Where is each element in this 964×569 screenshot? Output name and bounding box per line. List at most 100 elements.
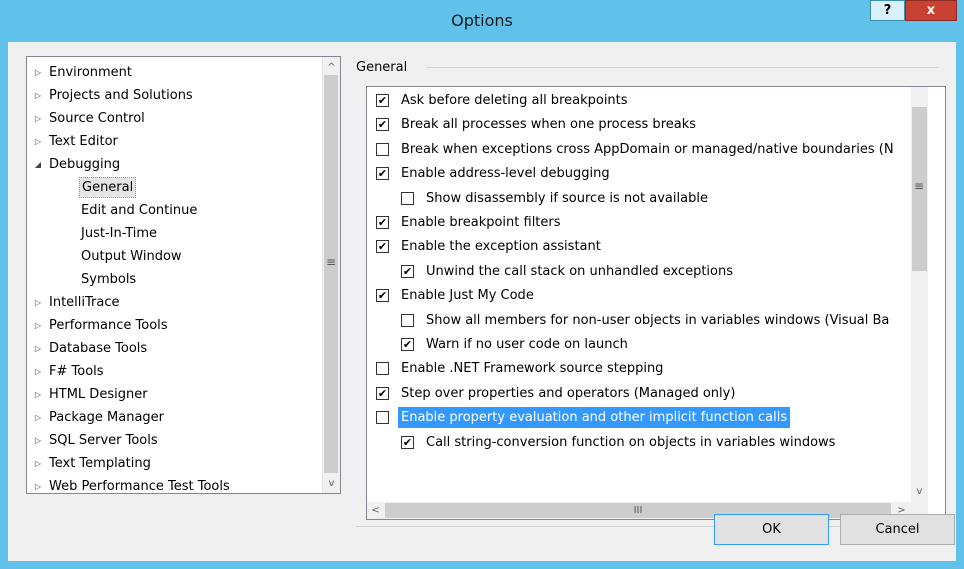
checked-checkbox-icon[interactable]: ✔ bbox=[376, 94, 389, 107]
tree-item-label: Debugging bbox=[49, 157, 121, 172]
option-label: Enable property evaluation and other imp… bbox=[398, 407, 791, 429]
tree-item[interactable]: Edit and Continue bbox=[27, 199, 323, 222]
checked-checkbox-icon[interactable]: ✔ bbox=[376, 386, 389, 400]
collapsed-arrow-icon[interactable]: ▷ bbox=[31, 61, 45, 84]
grip-icon: ≡ bbox=[325, 255, 337, 269]
help-button[interactable]: ? bbox=[870, 0, 905, 21]
option-row[interactable]: Show all members for non-user objects in… bbox=[401, 309, 902, 333]
tree-item-label: Web Performance Test Tools bbox=[49, 479, 230, 494]
option-row[interactable]: ✔ Enable address-level debugging bbox=[376, 162, 902, 186]
tree-item-label: Just-In-Time bbox=[81, 226, 158, 241]
tree-item[interactable]: ▷ Text Editor bbox=[27, 130, 323, 153]
option-row[interactable]: Enable property evaluation and other imp… bbox=[376, 406, 902, 430]
vertical-scrollbar[interactable]: ^ ≡ v bbox=[911, 87, 928, 502]
unchecked-checkbox-icon[interactable] bbox=[376, 411, 389, 425]
expanded-arrow-icon[interactable]: ◢ bbox=[31, 153, 45, 176]
tree-item-label: Edit and Continue bbox=[81, 203, 198, 218]
checked-checkbox-icon[interactable]: ✔ bbox=[401, 264, 414, 278]
tree-item[interactable]: ▷ SQL Server Tools bbox=[27, 429, 323, 452]
option-row[interactable]: ✔ Warn if no user code on launch bbox=[401, 333, 902, 357]
tree-item[interactable]: Output Window bbox=[27, 245, 323, 268]
collapsed-arrow-icon[interactable]: ▷ bbox=[31, 130, 45, 153]
tree-item-label: SQL Server Tools bbox=[49, 433, 158, 448]
collapsed-arrow-icon[interactable]: ▷ bbox=[31, 383, 45, 406]
tree-scroll-up-icon[interactable]: ^ bbox=[323, 59, 340, 76]
option-row[interactable]: ✔ Enable Just My Code bbox=[376, 284, 902, 308]
option-row[interactable]: ✔ Ask before deleting all breakpoints bbox=[376, 89, 902, 113]
tree-item[interactable]: Just-In-Time bbox=[27, 222, 323, 245]
tree-item[interactable]: ▷ IntelliTrace bbox=[27, 291, 323, 314]
option-label: Enable the exception assistant bbox=[401, 239, 601, 255]
checked-checkbox-icon[interactable]: ✔ bbox=[376, 289, 389, 303]
tree-item[interactable]: ▷ HTML Designer bbox=[27, 383, 323, 406]
option-row[interactable]: ✔ Step over properties and operators (Man… bbox=[376, 382, 902, 406]
option-label: Ask before deleting all breakpoints bbox=[401, 93, 628, 108]
checked-checkbox-icon[interactable]: ✔ bbox=[376, 167, 389, 181]
tree-item-label: HTML Designer bbox=[49, 387, 148, 402]
tree-item-label: Output Window bbox=[81, 249, 182, 264]
cancel-button[interactable]: Cancel bbox=[840, 514, 955, 545]
options-checklist[interactable]: ^ ≡ v < III > ✔Ask before deleting all b… bbox=[366, 86, 946, 520]
vertical-scroll-thumb[interactable]: ≡ bbox=[912, 107, 927, 271]
unchecked-checkbox-icon[interactable] bbox=[376, 362, 389, 376]
option-row[interactable]: ✔ Enable breakpoint filters bbox=[376, 211, 902, 235]
option-row[interactable]: Enable .NET Framework source stepping bbox=[376, 357, 902, 381]
unchecked-checkbox-icon[interactable] bbox=[376, 142, 389, 156]
collapsed-arrow-icon[interactable]: ▷ bbox=[31, 406, 45, 429]
checked-checkbox-icon[interactable]: ✔ bbox=[401, 338, 414, 351]
tree-item[interactable]: ▷ Projects and Solutions bbox=[27, 84, 323, 107]
tree-item[interactable]: General bbox=[27, 176, 323, 199]
tree-item[interactable]: ▷ Web Performance Test Tools bbox=[27, 475, 323, 494]
title-bar[interactable]: Options ? x bbox=[0, 0, 964, 42]
tree-item[interactable]: ▷ Package Manager bbox=[27, 406, 323, 429]
collapsed-arrow-icon[interactable]: ▷ bbox=[31, 291, 45, 314]
tree-item[interactable]: ▷ Environment bbox=[27, 61, 323, 84]
options-dialog: Options ? x ^ ≡ v ▷ Environment ▷ Projects … bbox=[0, 0, 964, 569]
option-row[interactable]: ✔ Unwind the call stack on unhandled exce… bbox=[401, 260, 902, 284]
collapsed-arrow-icon[interactable]: ▷ bbox=[31, 360, 45, 383]
tree-scroll-thumb[interactable]: ≡ bbox=[324, 75, 338, 473]
tree-item[interactable]: ▷ Text Templating bbox=[27, 452, 323, 475]
checked-checkbox-icon[interactable]: ✔ bbox=[376, 118, 389, 132]
checked-checkbox-icon[interactable]: ✔ bbox=[401, 435, 414, 449]
tree-item[interactable]: ▷ Source Control bbox=[27, 107, 323, 130]
options-tree[interactable]: ^ ≡ v ▷ Environment ▷ Projects and Solution… bbox=[26, 56, 341, 494]
collapsed-arrow-icon[interactable]: ▷ bbox=[31, 107, 45, 130]
tree-item[interactable]: ◢ Debugging bbox=[27, 153, 323, 176]
option-row[interactable]: ✔ Call string-conversion function on obje… bbox=[401, 431, 902, 455]
collapsed-arrow-icon[interactable]: ▷ bbox=[31, 452, 45, 475]
option-label: Show all members for non-user objects in… bbox=[426, 312, 890, 328]
collapsed-arrow-icon[interactable]: ▷ bbox=[31, 475, 45, 493]
checked-checkbox-icon[interactable]: ✔ bbox=[376, 240, 389, 254]
checked-checkbox-icon[interactable]: ✔ bbox=[376, 216, 389, 229]
option-row[interactable]: ✔ Break all processes when one process br… bbox=[376, 113, 902, 137]
tree-scrollbar[interactable]: ^ ≡ v bbox=[322, 57, 340, 493]
tree-item-label: Package Manager bbox=[49, 410, 165, 425]
option-row[interactable]: ✔ Enable the exception assistant bbox=[376, 235, 902, 259]
option-row[interactable]: Show disassembly if source is not availa… bbox=[401, 187, 902, 211]
ok-button[interactable]: OK bbox=[714, 514, 829, 545]
tree-item[interactable]: ▷ Performance Tools bbox=[27, 314, 323, 337]
tree-item[interactable]: ▷ Database Tools bbox=[27, 337, 323, 360]
close-button[interactable]: x bbox=[905, 0, 957, 21]
tree-item[interactable]: ▷ F# Tools bbox=[27, 360, 323, 383]
tree-scroll-down-icon[interactable]: v bbox=[323, 475, 340, 492]
option-label: Unwind the call stack on unhandled excep… bbox=[426, 263, 734, 279]
tree-item[interactable]: Symbols bbox=[27, 268, 323, 291]
option-row[interactable]: Break when exceptions cross AppDomain or… bbox=[376, 138, 902, 162]
scroll-down-icon[interactable]: v bbox=[911, 483, 928, 500]
scroll-left-icon[interactable]: < bbox=[367, 502, 384, 519]
collapsed-arrow-icon[interactable]: ▷ bbox=[31, 314, 45, 337]
option-label: Break all processes when one process bre… bbox=[401, 117, 697, 133]
tree-item-label: Performance Tools bbox=[49, 318, 168, 333]
tree-item-label: IntelliTrace bbox=[49, 295, 120, 310]
collapsed-arrow-icon[interactable]: ▷ bbox=[31, 429, 45, 452]
tree-item-label: Text Editor bbox=[49, 134, 118, 149]
tree-item-label: Symbols bbox=[81, 272, 137, 287]
collapsed-arrow-icon[interactable]: ▷ bbox=[31, 84, 45, 107]
unchecked-checkbox-icon[interactable] bbox=[401, 313, 414, 327]
tree-item-label: General bbox=[79, 177, 137, 198]
collapsed-arrow-icon[interactable]: ▷ bbox=[31, 337, 45, 360]
unchecked-checkbox-icon[interactable] bbox=[401, 191, 414, 205]
option-label: Enable .NET Framework source stepping bbox=[401, 361, 664, 377]
